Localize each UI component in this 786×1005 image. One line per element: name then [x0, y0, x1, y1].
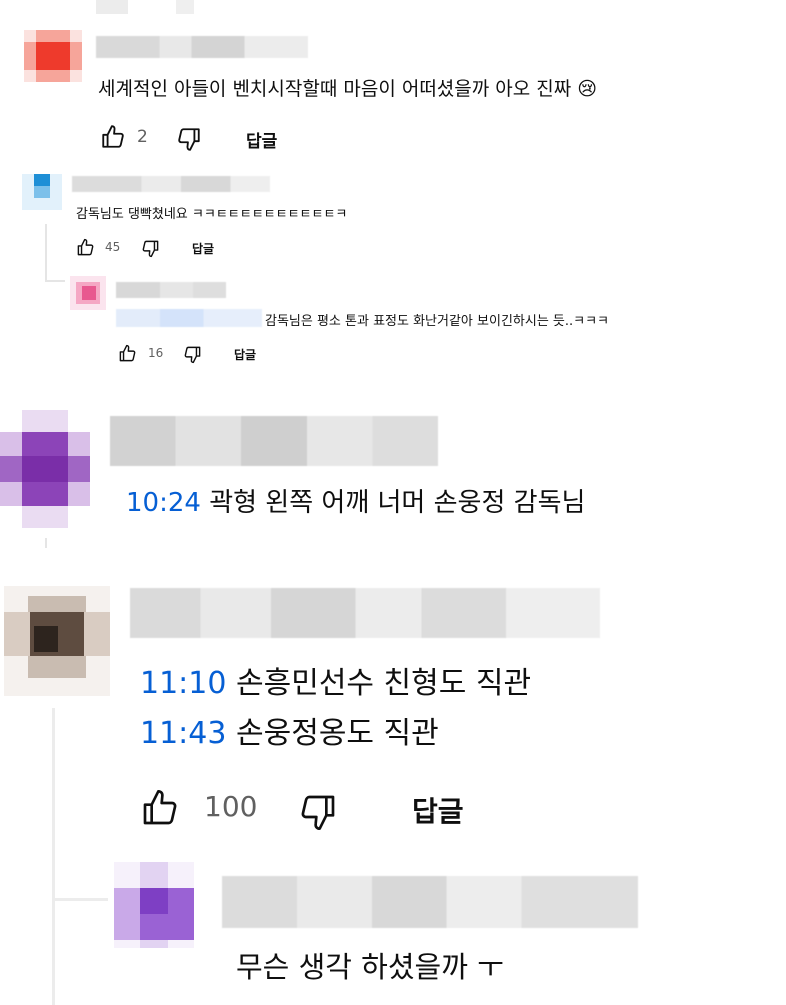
comment-text: 무슨 생각 하셨을까 ㅜ: [236, 950, 504, 984]
comment-line-1: 11:10 손흥민선수 친형도 직관: [140, 666, 532, 701]
comment-text: 10:24 곽형 왼쪽 어깨 너머 손웅정 감독님: [126, 488, 586, 518]
like-button[interactable]: [118, 344, 137, 363]
avatar[interactable]: [70, 276, 106, 310]
reply-button[interactable]: 답글: [192, 240, 214, 257]
thread-line: [52, 708, 55, 1005]
avatar[interactable]: [24, 30, 82, 82]
author-name-blurred[interactable]: [116, 282, 226, 298]
dislike-button[interactable]: [183, 345, 202, 364]
thread-line: [45, 224, 47, 282]
timestamp-link[interactable]: 11:10: [140, 666, 226, 701]
reply-button[interactable]: 답글: [412, 790, 464, 830]
comment-text: 감독님도 댕빡쳤네요 ㅋㅋㅌㅌㅌㅌㅌㅌㅌㅌㅌㅌㅋ: [76, 207, 348, 222]
like-count: 16: [148, 346, 164, 360]
author-name-blurred[interactable]: [96, 36, 308, 58]
like-count: 100: [204, 790, 258, 823]
reply-button[interactable]: 답글: [234, 346, 256, 363]
author-name-blurred[interactable]: [222, 876, 638, 928]
author-name-blurred[interactable]: [110, 416, 438, 466]
timestamp-link[interactable]: 11:43: [140, 716, 226, 751]
comment-line-2: 11:43 손웅정옹도 직관: [140, 716, 439, 751]
thumb-up-icon: [102, 125, 124, 148]
like-count: 45: [105, 240, 121, 254]
dislike-button[interactable]: [298, 792, 338, 832]
like-button[interactable]: [100, 124, 126, 150]
thumb-down-icon: [184, 346, 201, 364]
thumb-down-icon: [178, 128, 200, 151]
thumb-down-icon: [142, 240, 159, 258]
like-count: 2: [137, 127, 148, 147]
thumb-up-icon: [143, 790, 177, 825]
avatar[interactable]: [114, 862, 194, 948]
thumb-up-icon: [77, 238, 94, 256]
timestamp-link[interactable]: 10:24: [126, 488, 201, 518]
author-name-blurred[interactable]: [130, 588, 600, 638]
thread-tick: [45, 538, 47, 548]
comment-text: 세계적인 아들이 벤치시작할때 마음이 어떠셨을까 아오 진짜 😢: [98, 78, 598, 100]
comment-text: 감독님은 평소 톤과 표정도 화난거같아 보이긴하시는 듯..ㅋㅋㅋ: [265, 314, 610, 329]
thread-line-curve: [52, 898, 108, 901]
dislike-button[interactable]: [141, 239, 160, 258]
like-button[interactable]: [140, 788, 180, 828]
like-button[interactable]: [76, 238, 95, 257]
thumb-down-icon: [301, 795, 335, 830]
avatar[interactable]: [0, 410, 90, 528]
reply-button[interactable]: 답글: [246, 127, 277, 152]
thumb-up-icon: [119, 344, 136, 362]
dislike-button[interactable]: [176, 126, 202, 152]
crying-emoji-icon: 😢: [577, 78, 598, 100]
avatar[interactable]: [4, 586, 110, 696]
author-name-blurred[interactable]: [72, 176, 270, 192]
avatar[interactable]: [22, 174, 62, 210]
mention-blurred[interactable]: [116, 309, 262, 327]
thread-line-curve: [45, 280, 65, 282]
